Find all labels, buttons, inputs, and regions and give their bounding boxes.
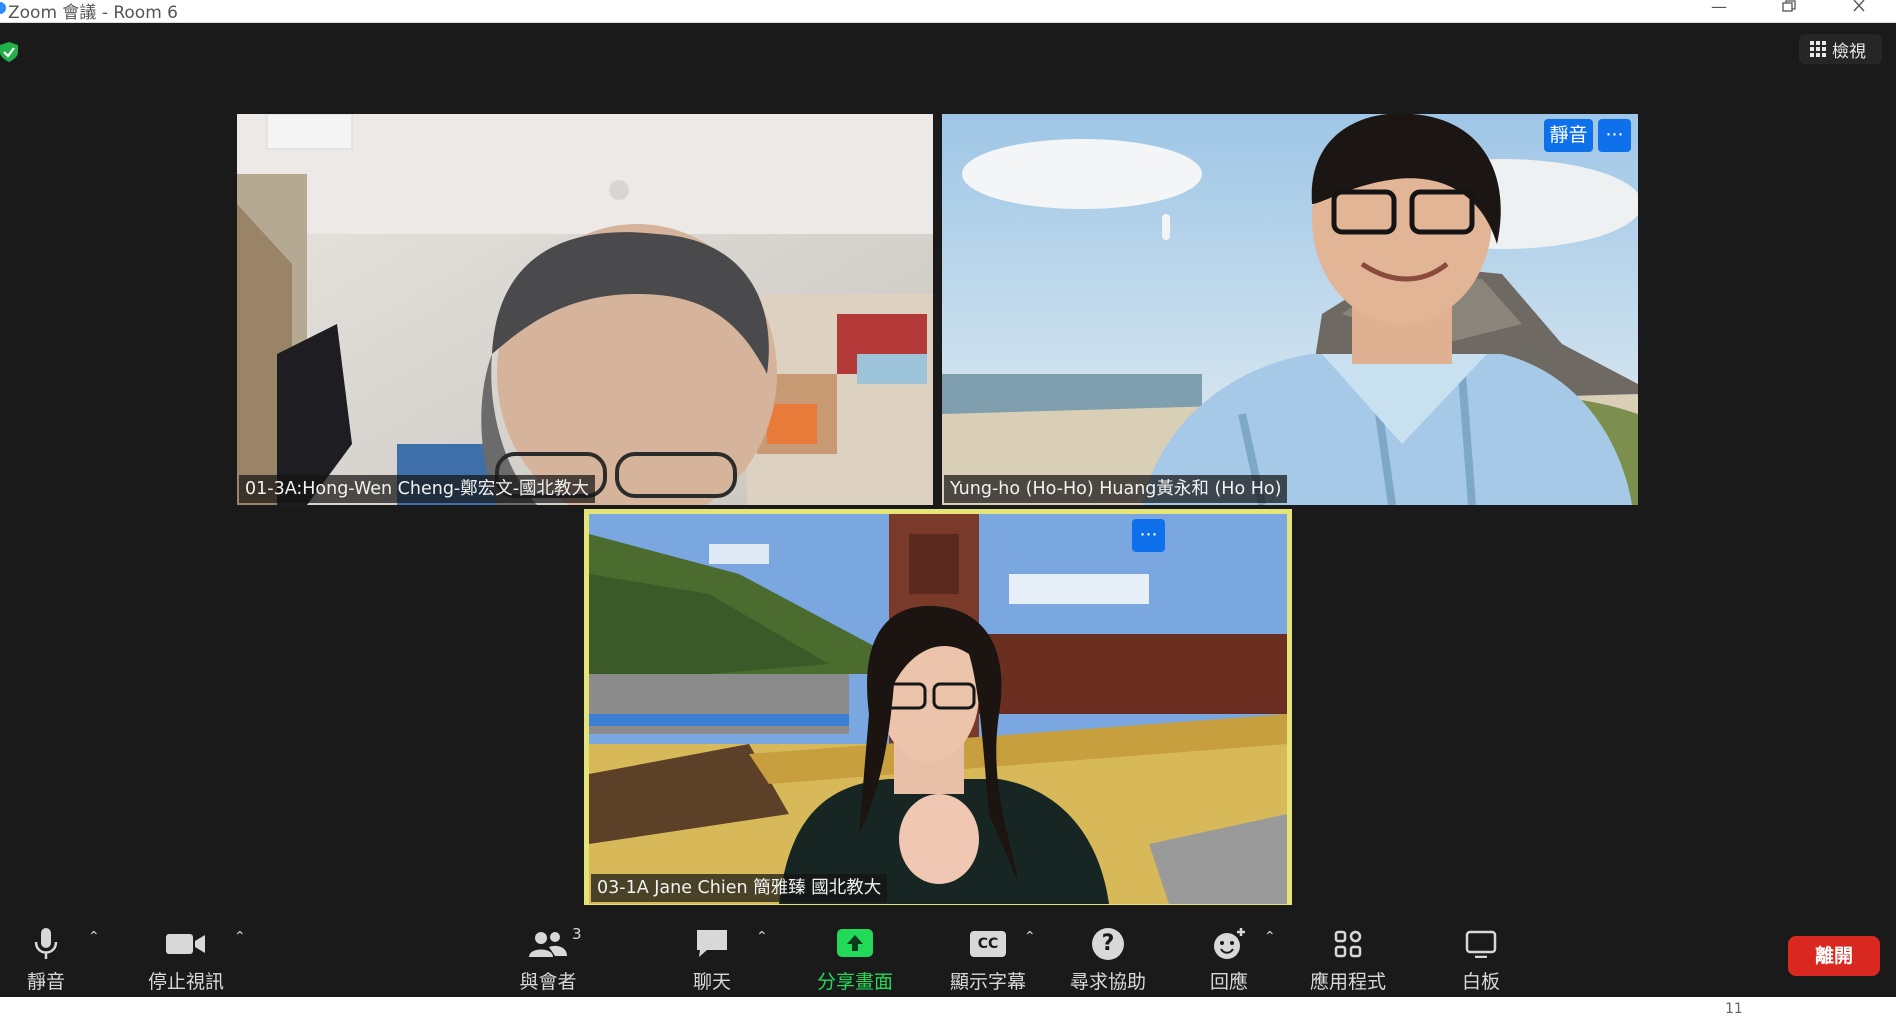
meeting-toolbar: 靜音 ⌃ 停止視訊 ⌃ 與會者 3 聊天 ⌃ 分享畫面 CC 顯示字幕 ⌃ ?: [0, 905, 1896, 997]
share-screen-button[interactable]: 分享畫面: [810, 925, 900, 994]
stop-video-label: 停止視訊: [147, 971, 224, 993]
chat-options-chevron-up-icon[interactable]: ⌃: [756, 929, 768, 945]
video-tile-1[interactable]: 01-3A:Hong-Wen Cheng-鄭宏文-國北教大: [237, 114, 933, 505]
chat-label: 聊天: [692, 971, 731, 993]
view-button[interactable]: 檢視: [1799, 34, 1882, 64]
footer-number: 11: [1725, 1001, 1743, 1017]
participant-video-1: [237, 114, 933, 505]
microphone-icon: [34, 928, 58, 959]
reactions-options-chevron-up-icon[interactable]: ⌃: [1264, 929, 1276, 945]
closed-captions-icon: CC: [970, 931, 1006, 957]
video-tile-3-active-speaker[interactable]: ··· 03-1A Jane Chien 簡雅臻 國北教大: [584, 509, 1292, 909]
view-button-label: 檢視: [1832, 41, 1866, 62]
whiteboard-label: 白板: [1461, 971, 1500, 993]
participant-video-3: [589, 514, 1287, 904]
leave-meeting-button[interactable]: 離開: [1788, 936, 1880, 976]
captions-options-chevron-up-icon[interactable]: ⌃: [1024, 929, 1036, 945]
question-mark-icon: ?: [1092, 928, 1124, 960]
apps-button[interactable]: 應用程式: [1306, 925, 1390, 994]
grid-icon: [1810, 41, 1826, 57]
participant-name-1: 01-3A:Hong-Wen Cheng-鄭宏文-國北教大: [239, 475, 596, 503]
emoji-plus-icon: [1214, 928, 1245, 959]
zoom-logo-icon: [0, 2, 6, 14]
share-screen-label: 分享畫面: [816, 971, 893, 993]
restore-icon[interactable]: [1766, 0, 1812, 22]
mute-button[interactable]: 靜音: [18, 925, 74, 994]
reactions-label: 回應: [1209, 971, 1248, 993]
chat-icon: [697, 930, 727, 957]
share-screen-icon: [837, 929, 873, 957]
participants-count: 3: [572, 925, 582, 943]
encryption-shield-icon[interactable]: [0, 42, 18, 62]
whiteboard-icon: [1465, 930, 1497, 958]
help-label: 尋求協助: [1069, 971, 1146, 993]
apps-icon: [1334, 930, 1362, 958]
video-options-chevron-up-icon[interactable]: ⌃: [234, 929, 246, 945]
help-button[interactable]: ? 尋求協助: [1066, 925, 1150, 994]
participant-more-button-2[interactable]: ···: [1598, 119, 1631, 152]
whiteboard-button[interactable]: 白板: [1454, 925, 1508, 994]
zoom-window: Zoom 會議 - Room 6 — 檢視 01-3A:Hong-Wen Che…: [0, 0, 1896, 1017]
taskbar-edge: 11: [0, 997, 1896, 1017]
participant-name-2: Yung-ho (Ho-Ho) Huang黃永和 (Ho Ho): [944, 475, 1288, 503]
participants-label: 與會者: [519, 971, 577, 993]
video-camera-icon: [166, 934, 205, 954]
participant-video-2: [942, 114, 1638, 505]
mute-label: 靜音: [26, 971, 65, 993]
participant-name-3: 03-1A Jane Chien 簡雅臻 國北教大: [591, 874, 888, 902]
close-icon[interactable]: [1836, 0, 1882, 22]
reactions-button[interactable]: 回應: [1202, 925, 1256, 994]
meeting-area: 檢視 01-3A:Hong-Wen Cheng-鄭宏文-國北教大 靜音 ··· …: [0, 23, 1896, 923]
stop-video-button[interactable]: 停止視訊: [142, 925, 230, 994]
minimize-icon[interactable]: —: [1696, 0, 1742, 22]
chat-button[interactable]: 聊天: [680, 925, 744, 994]
mute-participant-button[interactable]: 靜音: [1544, 119, 1593, 152]
video-tile-2[interactable]: 靜音 ··· Yung-ho (Ho-Ho) Huang黃永和 (Ho Ho): [942, 114, 1638, 505]
window-title: Zoom 會議 - Room 6: [8, 3, 178, 23]
captions-button[interactable]: CC 顯示字幕: [946, 925, 1030, 994]
participants-icon: [529, 932, 567, 957]
title-bar: Zoom 會議 - Room 6 —: [0, 0, 1896, 23]
participant-more-button-3[interactable]: ···: [1132, 519, 1165, 552]
captions-label: 顯示字幕: [949, 971, 1026, 993]
apps-label: 應用程式: [1309, 971, 1386, 993]
audio-options-chevron-up-icon[interactable]: ⌃: [88, 929, 100, 945]
